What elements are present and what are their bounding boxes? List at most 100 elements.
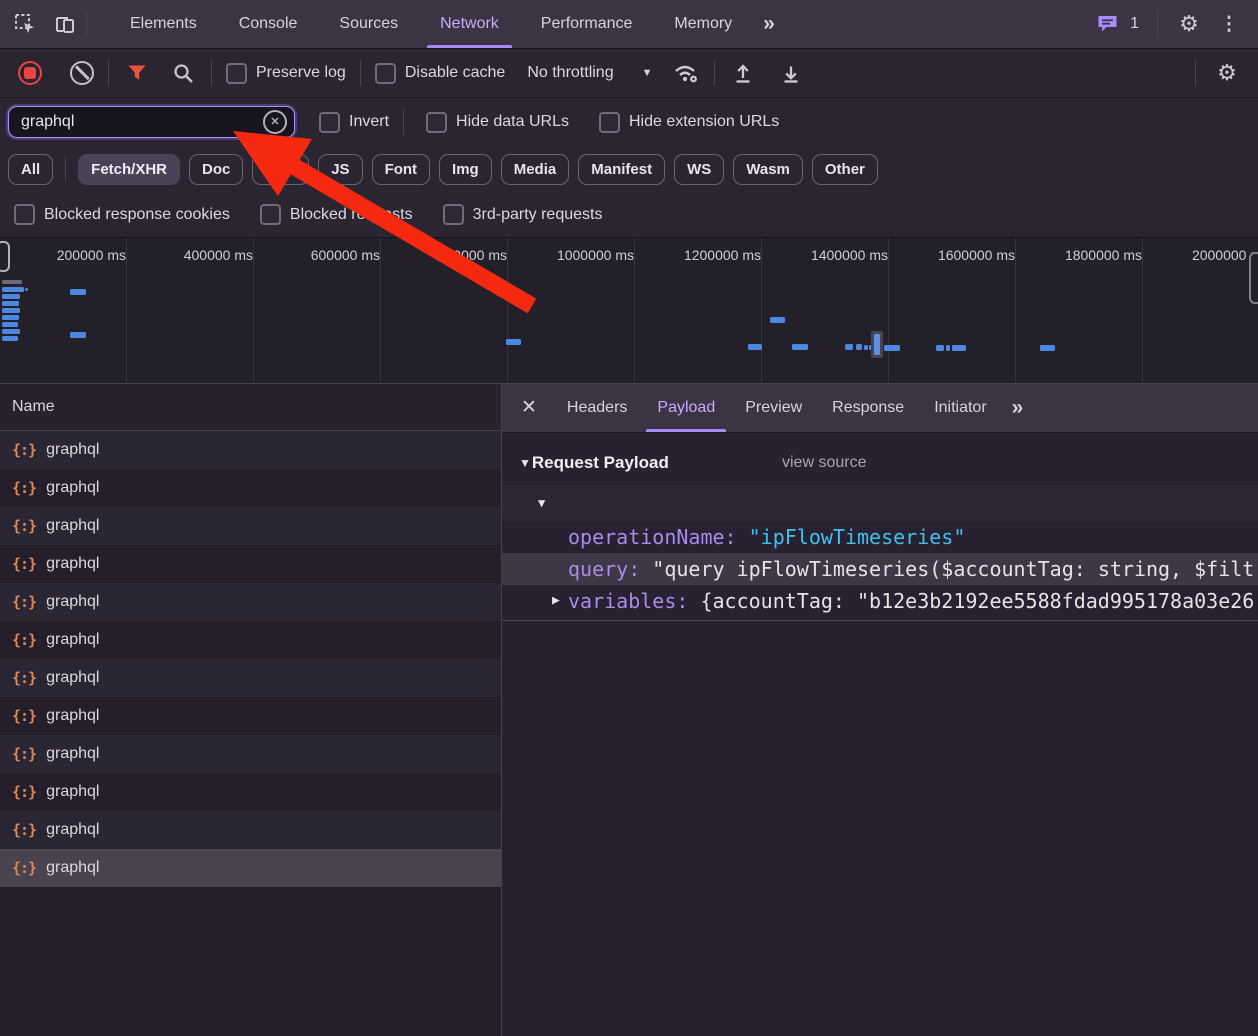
tab-network[interactable]: Network bbox=[419, 0, 520, 48]
close-details-icon[interactable]: ✕ bbox=[502, 384, 552, 432]
timeline-overview[interactable]: 200000 ms400000 ms600000 ms800000 ms1000… bbox=[0, 238, 1258, 384]
throttling-select[interactable]: No throttling ▼ bbox=[527, 64, 652, 82]
details-tab-payload[interactable]: Payload bbox=[642, 384, 730, 432]
network-conditions-icon[interactable] bbox=[672, 58, 700, 88]
chip-manifest[interactable]: Manifest bbox=[578, 154, 665, 185]
request-table: Name {:}graphql{:}graphql{:}graphql{:}gr… bbox=[0, 384, 502, 1036]
import-har-icon[interactable] bbox=[729, 58, 757, 88]
timeline-gridline bbox=[634, 238, 635, 383]
waterfall-mark bbox=[792, 344, 808, 350]
details-tab-initiator[interactable]: Initiator bbox=[919, 384, 1001, 432]
payload-row-operationName[interactable]: operationName: "ipFlowTimeseries" bbox=[502, 521, 1258, 553]
details-tab-preview[interactable]: Preview bbox=[730, 384, 817, 432]
request-row[interactable]: {:}graphql bbox=[0, 583, 501, 621]
settings-gear-icon[interactable]: ⚙ bbox=[1172, 7, 1206, 41]
request-list: {:}graphql{:}graphql{:}graphql{:}graphql… bbox=[0, 431, 501, 887]
record-network-log-icon[interactable] bbox=[18, 61, 42, 85]
third-party-requests-label: 3rd-party requests bbox=[473, 206, 603, 224]
payload-summary-row[interactable]: ▼ {operationName: "ipFlowTimeseries", va… bbox=[502, 485, 1258, 521]
tab-memory[interactable]: Memory bbox=[653, 0, 753, 48]
preserve-log-option: Preserve log bbox=[226, 63, 346, 84]
toolbar-divider bbox=[403, 109, 404, 135]
blocked-requests-checkbox[interactable] bbox=[260, 204, 281, 225]
request-row[interactable]: {:}graphql bbox=[0, 431, 501, 469]
payload-row-variables[interactable]: ▶variables: {accountTag: "b12e3b2192ee55… bbox=[502, 585, 1258, 617]
chip-divider bbox=[65, 157, 66, 181]
chip-doc[interactable]: Doc bbox=[189, 154, 243, 185]
chip-fetch-xhr[interactable]: Fetch/XHR bbox=[78, 154, 180, 185]
request-row[interactable]: {:}graphql bbox=[0, 735, 501, 773]
tab-console[interactable]: Console bbox=[218, 0, 319, 48]
view-source-link[interactable]: view source bbox=[782, 454, 866, 472]
filter-input-box: ✕ bbox=[8, 106, 295, 138]
payload-value: {accountTag: "b12e3b2192ee5588fdad995178… bbox=[700, 589, 1254, 613]
preserve-log-checkbox[interactable] bbox=[226, 63, 247, 84]
waterfall-mark bbox=[936, 345, 944, 351]
more-options-icon[interactable]: ⋮ bbox=[1206, 7, 1252, 41]
device-toolbar-icon[interactable] bbox=[48, 7, 82, 41]
search-icon[interactable] bbox=[169, 58, 197, 88]
details-more-tabs-icon[interactable]: » bbox=[1002, 384, 1032, 432]
third-party-requests-option: 3rd-party requests bbox=[443, 204, 603, 225]
request-row[interactable]: {:}graphql bbox=[0, 811, 501, 849]
request-row[interactable]: {:} graphql bbox=[0, 507, 501, 545]
disable-cache-checkbox[interactable] bbox=[375, 63, 396, 84]
chip-img[interactable]: Img bbox=[439, 154, 492, 185]
json-braces-icon: {:} bbox=[12, 859, 36, 877]
json-braces-icon: {:} bbox=[12, 593, 36, 611]
hide-data-urls-checkbox[interactable] bbox=[426, 112, 447, 133]
third-party-requests-checkbox[interactable] bbox=[443, 204, 464, 225]
chip-media[interactable]: Media bbox=[501, 154, 570, 185]
request-name: graphql bbox=[46, 669, 99, 687]
collapse-section-icon[interactable]: ▼ bbox=[519, 456, 531, 470]
timeline-tick: 800000 ms bbox=[407, 247, 507, 263]
expand-node-icon[interactable]: ▶ bbox=[552, 585, 560, 617]
inspect-element-icon[interactable] bbox=[8, 7, 42, 41]
json-braces-icon: {:} bbox=[12, 517, 36, 535]
filter-icon[interactable] bbox=[123, 58, 151, 88]
json-braces-icon: {:} bbox=[12, 707, 36, 725]
issues-icon[interactable] bbox=[1090, 7, 1124, 41]
waterfall-mark bbox=[770, 317, 785, 323]
details-tab-response[interactable]: Response bbox=[817, 384, 919, 432]
chip-other[interactable]: Other bbox=[812, 154, 878, 185]
timeline-scroll-handle-left[interactable] bbox=[0, 241, 10, 272]
request-row[interactable]: {:}graphql bbox=[0, 545, 501, 583]
request-row[interactable]: {:}graphql bbox=[0, 849, 501, 887]
json-braces-icon: {:} bbox=[12, 479, 36, 497]
chip-js[interactable]: JS bbox=[318, 154, 362, 185]
chip-wasm[interactable]: Wasm bbox=[733, 154, 803, 185]
chip-all[interactable]: All bbox=[8, 154, 53, 185]
tab-elements[interactable]: Elements bbox=[109, 0, 218, 48]
request-row[interactable]: {:}graphql bbox=[0, 469, 501, 507]
tab-performance[interactable]: Performance bbox=[520, 0, 654, 48]
timeline-tick: 1000000 ms bbox=[534, 247, 634, 263]
chip-ws[interactable]: WS bbox=[674, 154, 724, 185]
request-row[interactable]: {:}graphql bbox=[0, 621, 501, 659]
clear-network-log-icon[interactable] bbox=[70, 61, 94, 85]
payload-row-query[interactable]: query: "query ipFlowTimeseries($accountT… bbox=[502, 553, 1258, 585]
collapse-node-icon[interactable]: ▼ bbox=[538, 485, 545, 521]
hide-extension-urls-checkbox[interactable] bbox=[599, 112, 620, 133]
tab-sources[interactable]: Sources bbox=[318, 0, 419, 48]
timeline-scroll-handle-right[interactable] bbox=[1249, 252, 1258, 304]
chip-css[interactable]: CSS bbox=[252, 154, 309, 185]
name-column-header[interactable]: Name bbox=[0, 384, 501, 431]
request-row[interactable]: {:}graphql bbox=[0, 697, 501, 735]
network-settings-gear-icon[interactable]: ⚙ bbox=[1210, 56, 1244, 90]
details-tab-headers[interactable]: Headers bbox=[552, 384, 642, 432]
invert-checkbox[interactable] bbox=[319, 112, 340, 133]
request-name: graphql bbox=[46, 517, 99, 535]
clear-filter-icon[interactable]: ✕ bbox=[263, 110, 287, 134]
request-row[interactable]: {:}graphql bbox=[0, 659, 501, 697]
more-tabs-icon[interactable]: » bbox=[753, 0, 783, 48]
timeline-gridline bbox=[761, 238, 762, 383]
waterfall-mark bbox=[2, 301, 19, 306]
chip-font[interactable]: Font bbox=[372, 154, 430, 185]
request-row[interactable]: {:}graphql bbox=[0, 773, 501, 811]
filter-input[interactable] bbox=[19, 112, 263, 132]
toolbar-divider bbox=[1195, 60, 1196, 86]
export-har-icon[interactable] bbox=[777, 58, 805, 88]
blocked-response-cookies-checkbox[interactable] bbox=[14, 204, 35, 225]
json-braces-icon: {:} bbox=[12, 555, 36, 573]
